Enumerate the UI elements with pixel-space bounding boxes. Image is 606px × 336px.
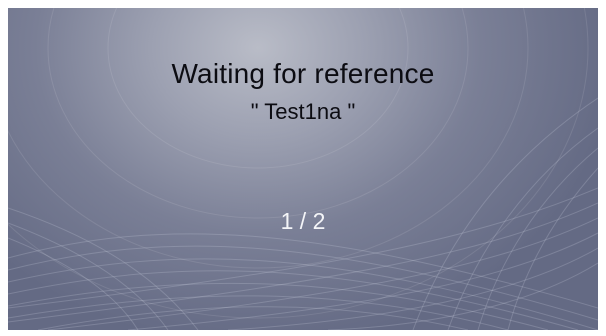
progress-counter: 1 / 2 xyxy=(280,208,326,234)
background-wave-pattern xyxy=(8,8,598,330)
waiting-title: Waiting for reference xyxy=(171,58,435,89)
reference-name: " Test1na " xyxy=(250,99,356,124)
display-frame: Waiting for reference " Test1na " 1 / 2 xyxy=(0,0,606,336)
waiting-screen: Waiting for reference " Test1na " 1 / 2 xyxy=(8,8,598,330)
